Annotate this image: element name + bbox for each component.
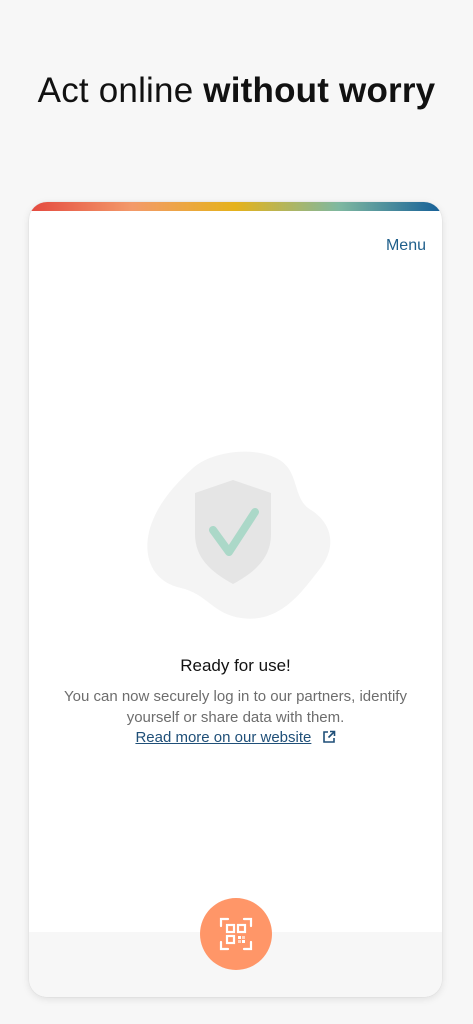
- qr-scan-icon: [219, 917, 253, 951]
- read-more-link[interactable]: Read more on our website: [29, 729, 442, 746]
- status-description: You can now securely log in to our partn…: [64, 688, 407, 726]
- qr-scan-button[interactable]: [200, 898, 272, 970]
- color-stripe: [29, 202, 442, 211]
- headline-normal: Act online: [37, 71, 204, 110]
- headline-bold: without worry: [203, 71, 436, 110]
- shield-check-icon: [147, 451, 331, 619]
- headline: Act online without worry: [0, 68, 473, 114]
- app-card: Menu Ready for use! You can now securely…: [29, 202, 442, 997]
- menu-button[interactable]: Menu: [386, 237, 426, 255]
- read-more-label[interactable]: Read more on our website: [135, 729, 311, 746]
- external-link-icon: [322, 730, 335, 743]
- status-title: Ready for use!: [180, 656, 291, 675]
